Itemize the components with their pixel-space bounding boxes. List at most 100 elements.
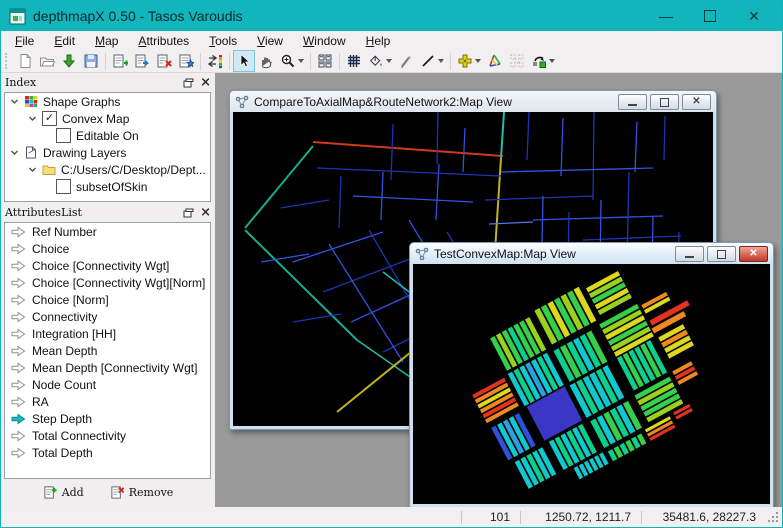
push-map-icon (134, 53, 150, 69)
status-cursor-coords: 1250.72, 1211.7 (521, 510, 641, 524)
new-map-button[interactable] (109, 50, 131, 72)
isovist-dropdown-caret[interactable] (475, 59, 481, 63)
tree-item-label: Shape Graphs (43, 95, 120, 109)
open-file-button[interactable] (36, 50, 58, 72)
set-grid-button[interactable] (343, 50, 365, 72)
convex-window-title: TestConvexMap:Map View (434, 247, 576, 261)
attribute-arrow-icon (11, 260, 26, 272)
pan-tool-button[interactable] (255, 50, 277, 72)
minimize-button[interactable]: — (644, 1, 688, 31)
attribute-row[interactable]: Total Depth (5, 444, 210, 461)
attribute-row[interactable]: Connectivity (5, 308, 210, 325)
child-minimize-button[interactable] (675, 246, 704, 262)
tree-item-subsetofskin[interactable]: subsetOfSkin (5, 178, 210, 195)
attribute-row[interactable]: Choice [Norm] (5, 291, 210, 308)
tree-item-label: Drawing Layers (43, 146, 126, 160)
map-view-icon (235, 95, 249, 109)
tree-item-convex-map[interactable]: ✓ Convex Map (5, 110, 210, 127)
fill-dropdown-caret[interactable] (386, 59, 392, 63)
editable-on-checkbox[interactable] (56, 128, 71, 143)
subsetofskin-checkbox[interactable] (56, 179, 71, 194)
attribute-row[interactable]: Choice [Connectivity Wgt][Norm] (5, 274, 210, 291)
axial-map-button[interactable] (484, 50, 506, 72)
attribute-row[interactable]: Mean Depth [Connectivity Wgt] (5, 359, 210, 376)
save-button[interactable] (80, 50, 102, 72)
pencil-tool-button[interactable] (395, 50, 417, 72)
remove-attribute-button[interactable]: Remove (110, 485, 174, 500)
menu-help[interactable]: Help (356, 32, 401, 50)
child-maximize-button[interactable] (707, 246, 736, 262)
convert-map-button[interactable] (175, 50, 197, 72)
line-tool-button[interactable] (417, 50, 447, 72)
remove-icon (110, 485, 125, 500)
menu-view[interactable]: View (247, 32, 293, 50)
folder-icon (42, 163, 56, 176)
tree-item-editable-on[interactable]: Editable On (5, 127, 210, 144)
new-file-button[interactable] (14, 50, 36, 72)
add-label: Add (62, 486, 84, 499)
resize-grip[interactable] (766, 510, 780, 524)
chevron-down-icon[interactable] (10, 148, 19, 157)
save-icon (83, 53, 99, 69)
attribute-row[interactable]: Step Depth (5, 410, 210, 427)
window-tile-button[interactable] (314, 50, 336, 72)
step-dropdown-caret[interactable] (549, 59, 555, 63)
zoom-tool-button[interactable] (277, 50, 307, 72)
remove-map-button[interactable] (153, 50, 175, 72)
child-minimize-button[interactable] (618, 94, 647, 110)
isovist-tool-button[interactable] (454, 50, 484, 72)
minimize-icon (628, 104, 637, 106)
convex-window-titlebar[interactable]: TestConvexMap:Map View ✕ (410, 243, 773, 264)
float-panel-icon[interactable] (183, 78, 194, 88)
close-panel-icon[interactable]: × (200, 208, 211, 218)
toolbar-handle[interactable] (5, 53, 11, 69)
attribute-row[interactable]: Ref Number (5, 223, 210, 240)
convex-map-drawing (413, 264, 770, 504)
tree-item-shape-graphs[interactable]: Shape Graphs (5, 93, 210, 110)
menu-tools[interactable]: Tools (199, 32, 247, 50)
add-attribute-button[interactable]: Add (43, 485, 84, 500)
attribute-label: Total Connectivity (32, 429, 126, 443)
attribute-row[interactable]: Integration [HH] (5, 325, 210, 342)
maximize-button[interactable] (688, 1, 732, 31)
attribute-row[interactable]: Mean Depth (5, 342, 210, 359)
menu-map[interactable]: Map (85, 32, 128, 50)
menu-attributes[interactable]: Attributes (128, 32, 199, 50)
attribute-row[interactable]: Node Count (5, 376, 210, 393)
child-close-button[interactable]: ✕ (739, 246, 768, 262)
close-panel-icon[interactable]: × (200, 78, 211, 88)
push-map-button[interactable] (131, 50, 153, 72)
child-close-button[interactable]: ✕ (682, 94, 711, 110)
tree-item-file-path[interactable]: C:/Users/C/Desktop/Dept... (5, 161, 210, 178)
step-depth-button[interactable] (528, 50, 558, 72)
menu-edit[interactable]: Edit (44, 32, 85, 50)
close-button[interactable]: ✕ (732, 1, 776, 31)
attribute-row[interactable]: Total Connectivity (5, 427, 210, 444)
import-button[interactable] (58, 50, 80, 72)
map-window-convex[interactable]: TestConvexMap:Map View ✕ (409, 242, 774, 507)
chevron-down-icon[interactable] (28, 114, 37, 123)
chevron-down-icon[interactable] (28, 165, 37, 174)
fill-tool-button[interactable] (365, 50, 395, 72)
menu-window[interactable]: Window (293, 32, 356, 50)
attribute-row[interactable]: Choice (5, 240, 210, 257)
menu-file[interactable]: File (5, 32, 44, 50)
tree-item-drawing-layers[interactable]: Drawing Layers (5, 144, 210, 161)
chevron-down-icon[interactable] (10, 97, 19, 106)
toolbar-separator (105, 53, 106, 70)
select-tool-button[interactable] (233, 50, 255, 72)
zoom-dropdown-caret[interactable] (298, 59, 304, 63)
axial-window-titlebar[interactable]: CompareToAxialMap&RouteNetwork2:Map View… (230, 91, 716, 112)
agent-grid-button[interactable] (506, 50, 528, 72)
attribute-row[interactable]: RA (5, 393, 210, 410)
step-depth-icon (531, 53, 547, 69)
float-panel-icon[interactable] (183, 208, 194, 218)
convex-map-checkbox[interactable]: ✓ (42, 111, 57, 126)
attribute-row[interactable]: Choice [Connectivity Wgt] (5, 257, 210, 274)
convex-map-canvas[interactable] (413, 264, 770, 504)
attribute-arrow-icon (11, 226, 26, 238)
child-maximize-button[interactable] (650, 94, 679, 110)
index-tree: Shape Graphs ✓ Convex Map Editable On Dr… (4, 92, 211, 202)
colour-range-button[interactable] (204, 50, 226, 72)
line-dropdown-caret[interactable] (438, 59, 444, 63)
